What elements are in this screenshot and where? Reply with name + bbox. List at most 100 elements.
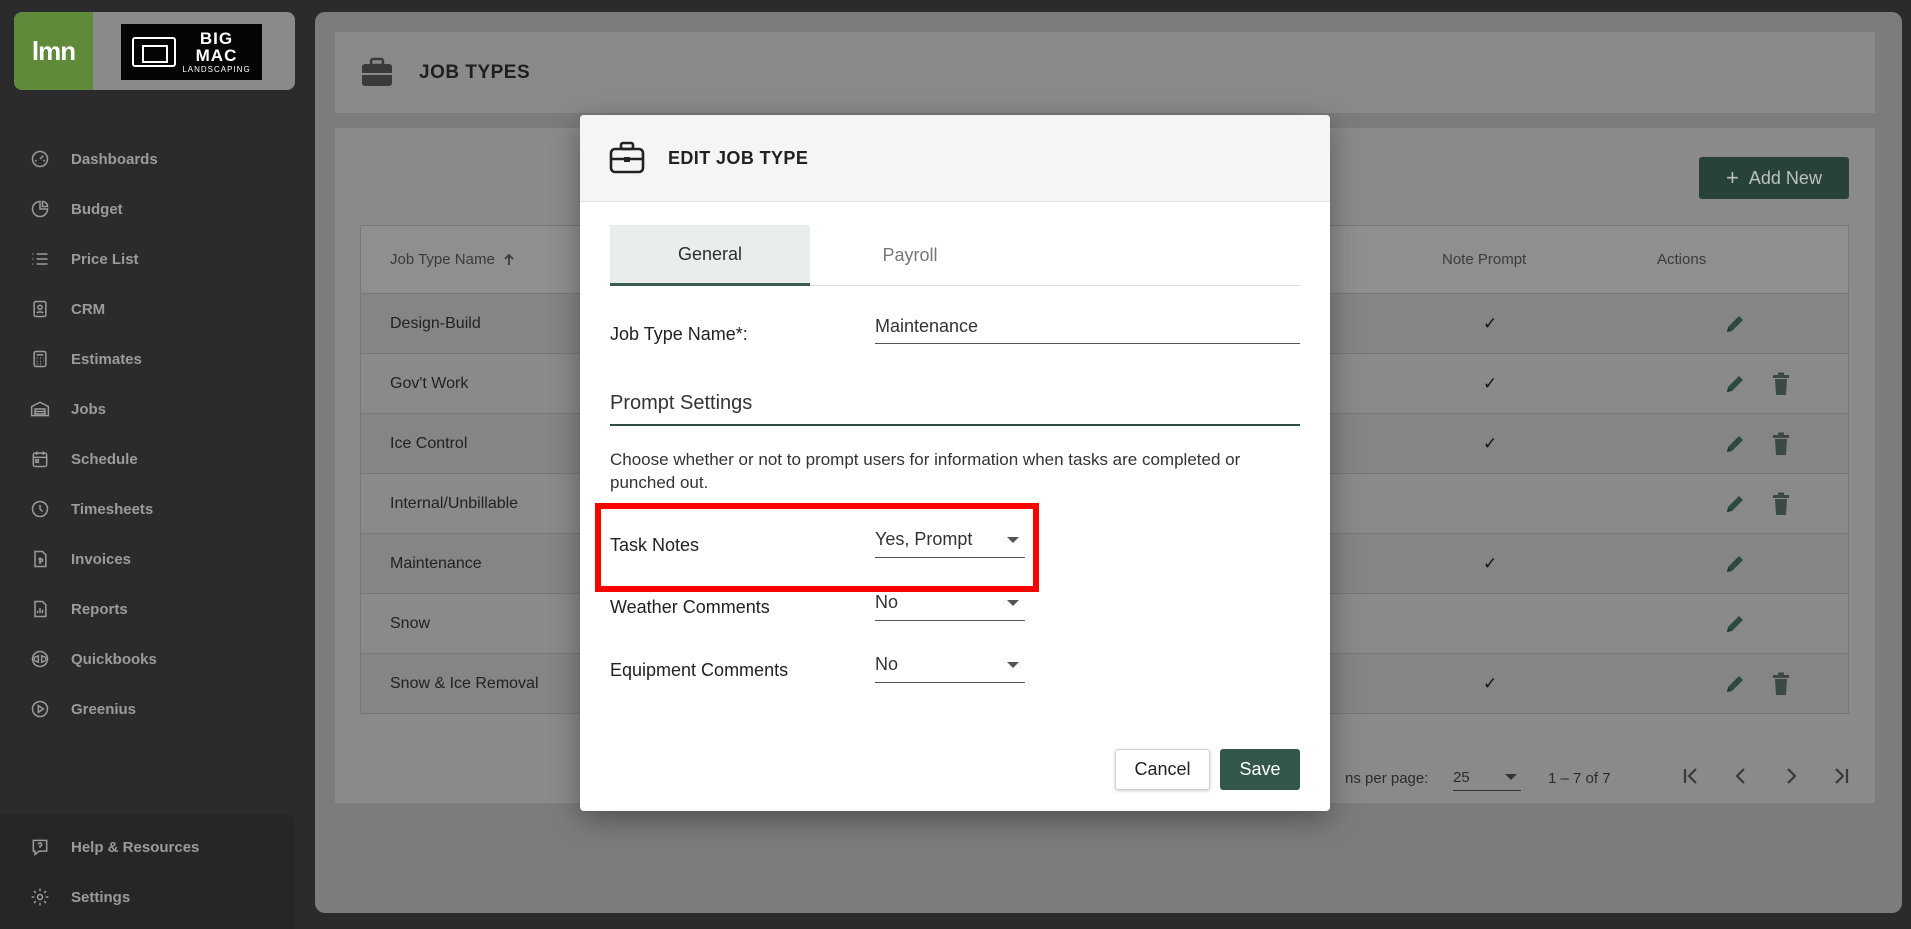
column-header-actions: Actions (1657, 251, 1707, 268)
equipment-comments-value: No (875, 654, 899, 674)
sidebar-item-label: Help & Resources (71, 838, 200, 856)
trash-icon[interactable] (1771, 372, 1791, 396)
sidebar-item-budget[interactable]: Budget (0, 184, 300, 234)
sidebar-item-settings[interactable]: Settings (0, 872, 295, 922)
cancel-button[interactable]: Cancel (1115, 749, 1210, 790)
calculator-icon (28, 347, 52, 371)
save-button[interactable]: Save (1220, 749, 1300, 790)
sidebar-item-label: Settings (71, 888, 131, 906)
task-notes-select[interactable]: Yes, Prompt (875, 525, 1025, 558)
equipment-comments-select[interactable]: No (875, 650, 1025, 683)
items-per-page-value: 25 (1453, 769, 1470, 786)
sidebar-item-dashboards[interactable]: Dashboards (0, 134, 300, 184)
help-icon (28, 835, 52, 859)
job-type-name-input[interactable] (875, 310, 1300, 344)
client-logo-mark-icon (132, 37, 177, 67)
contact-card-icon (28, 297, 52, 321)
add-new-label: Add New (1748, 167, 1822, 188)
job-type-name-cell: Ice Control (390, 434, 468, 452)
pie-chart-icon (28, 197, 52, 221)
sidebar-item-label: Estimates (71, 350, 142, 368)
sidebar-item-help[interactable]: Help & Resources (0, 822, 295, 872)
last-page-icon (1835, 768, 1849, 784)
prompt-settings-description: Choose whether or not to prompt users fo… (610, 450, 1241, 492)
briefcase-icon (609, 141, 645, 174)
trash-icon[interactable] (1771, 432, 1791, 456)
tab-general[interactable]: General (610, 225, 810, 286)
chevron-right-icon (1787, 768, 1797, 784)
equipment-comments-label: Equipment Comments (610, 660, 789, 680)
sidebar: lmn BIG MAC LANDSCAPING Dashboards Budge… (0, 0, 310, 929)
sidebar-item-quickbooks[interactable]: Quickbooks (0, 634, 300, 684)
note-prompt-check-icon: ✓ (1483, 373, 1498, 393)
weather-comments-select[interactable]: No (875, 588, 1025, 621)
edit-pencil-icon[interactable] (1724, 493, 1746, 515)
plus-icon: + (1726, 165, 1739, 190)
sidebar-item-label: CRM (71, 300, 106, 318)
warehouse-icon (28, 397, 52, 421)
sidebar-item-label: Jobs (71, 400, 107, 418)
edit-pencil-icon[interactable] (1724, 433, 1746, 455)
speedometer-icon (28, 147, 52, 171)
dropdown-arrow-icon (1007, 600, 1019, 606)
client-logo-line1: BIG (199, 29, 234, 48)
clock-icon (28, 497, 52, 521)
lmn-logo[interactable]: lmn (14, 12, 93, 90)
tab-payroll[interactable]: Payroll (810, 225, 1010, 286)
prompt-settings-heading: Prompt Settings (610, 392, 1300, 426)
job-type-name-cell: Internal/Unbillable (390, 494, 519, 512)
first-page-button[interactable] (1675, 760, 1707, 792)
report-icon (28, 597, 52, 621)
dialog-title: EDIT JOB TYPE (668, 147, 809, 168)
last-page-button[interactable] (1825, 760, 1857, 792)
edit-pencil-icon[interactable] (1724, 373, 1746, 395)
column-header-note-prompt: Note Prompt (1442, 251, 1527, 268)
edit-pencil-icon[interactable] (1724, 553, 1746, 575)
gear-icon (28, 885, 52, 909)
sidebar-item-label: Price List (71, 250, 139, 268)
items-per-page-label: ns per page: (1345, 769, 1429, 787)
dropdown-arrow-icon (1007, 537, 1019, 543)
column-header-job-type-name[interactable]: Job Type Name (390, 251, 517, 268)
client-logo-line3: LANDSCAPING (182, 65, 251, 74)
note-prompt-check-icon: ✓ (1483, 553, 1498, 573)
job-type-name-cell: Maintenance (390, 554, 482, 572)
sidebar-item-estimates[interactable]: Estimates (0, 334, 300, 384)
sidebar-item-jobs[interactable]: Jobs (0, 384, 300, 434)
sidebar-item-invoices[interactable]: Invoices (0, 534, 300, 584)
previous-page-button[interactable] (1725, 760, 1757, 792)
note-prompt-check-icon: ✓ (1483, 673, 1498, 693)
trash-icon[interactable] (1771, 672, 1791, 696)
sidebar-item-label: Invoices (71, 550, 132, 568)
invoice-icon (28, 547, 52, 571)
sidebar-item-label: Schedule (71, 450, 138, 468)
add-new-button[interactable]: + Add New (1699, 157, 1849, 199)
sidebar-item-price-list[interactable]: Price List (0, 234, 300, 284)
trash-icon[interactable] (1771, 492, 1791, 516)
sidebar-footer: Help & Resources Settings (0, 814, 295, 929)
edit-job-type-dialog: EDIT JOB TYPE General Payroll Job Type N… (580, 115, 1330, 811)
page-range: 1 – 7 of 7 (1548, 769, 1611, 787)
page-header: JOB TYPES (335, 32, 1875, 113)
edit-pencil-icon[interactable] (1724, 613, 1746, 635)
sidebar-item-schedule[interactable]: Schedule (0, 434, 300, 484)
task-notes-value: Yes, Prompt (875, 529, 973, 549)
sidebar-item-crm[interactable]: CRM (0, 284, 300, 334)
sidebar-item-label: Dashboards (71, 150, 158, 168)
dialog-tabs: General Payroll (610, 225, 1300, 286)
client-logo-line2: MAC (195, 46, 238, 65)
job-type-name-cell: Gov't Work (390, 374, 469, 392)
brand-area: lmn BIG MAC LANDSCAPING (14, 12, 295, 90)
sidebar-item-timesheets[interactable]: Timesheets (0, 484, 300, 534)
sidebar-item-reports[interactable]: Reports (0, 584, 300, 634)
edit-pencil-icon[interactable] (1724, 673, 1746, 695)
next-page-button[interactable] (1775, 760, 1807, 792)
sidebar-item-label: Reports (71, 600, 128, 618)
sidebar-nav: Dashboards Budget Price List CRM Estimat… (0, 134, 300, 734)
sidebar-item-greenius[interactable]: Greenius (0, 684, 300, 734)
items-per-page-select[interactable]: 25 (1453, 765, 1521, 791)
edit-pencil-icon[interactable] (1724, 313, 1746, 335)
page-title: JOB TYPES (419, 61, 531, 83)
sort-ascending-icon (504, 253, 514, 265)
dropdown-arrow-icon (1007, 662, 1019, 668)
